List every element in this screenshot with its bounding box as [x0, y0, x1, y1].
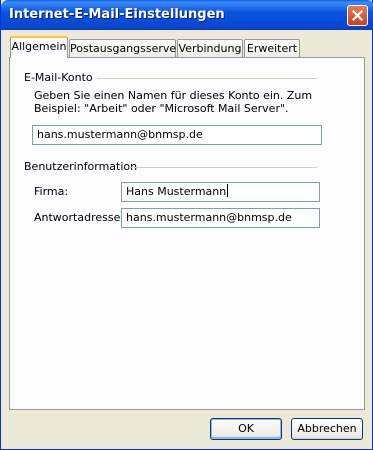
account-name-value: hans.mustermann@bnmsp.de	[37, 128, 203, 141]
close-button[interactable]	[347, 5, 368, 26]
tab-label: Erweitert	[246, 42, 298, 55]
tab-postausgangsserver[interactable]: Postausgangsserver	[69, 39, 181, 58]
text-caret	[227, 184, 229, 197]
group-divider	[97, 78, 317, 79]
window-title: Internet-E-Mail-Einstellungen	[9, 7, 225, 22]
ok-label: OK	[238, 422, 254, 435]
ok-button[interactable]: OK	[210, 418, 282, 440]
company-input[interactable]: Hans Mustermann	[121, 182, 320, 202]
reply-address-value: hans.mustermann@bnmsp.de	[126, 211, 292, 224]
dialog-window: Internet-E-Mail-Einstellungen Allgemein …	[0, 0, 373, 450]
account-description: Geben Sie einen Namen für dieses Konto e…	[34, 89, 313, 115]
tab-allgemein[interactable]: Allgemein	[10, 36, 68, 58]
tab-label: Allgemein	[11, 40, 67, 53]
reply-address-input[interactable]: hans.mustermann@bnmsp.de	[121, 208, 320, 228]
email-account-heading: E-Mail-Konto	[24, 71, 93, 84]
account-name-input[interactable]: hans.mustermann@bnmsp.de	[32, 125, 322, 145]
tab-label: Postausgangsserver	[70, 42, 181, 55]
cancel-button[interactable]: Abbrechen	[291, 418, 363, 440]
title-bar[interactable]: Internet-E-Mail-Einstellungen	[1, 0, 373, 30]
close-icon	[352, 10, 363, 21]
tab-label: Verbindung	[178, 42, 242, 55]
company-label: Firma:	[34, 185, 69, 198]
tab-verbindung[interactable]: Verbindung	[177, 39, 243, 58]
reply-address-label: Antwortadresse:	[34, 211, 125, 224]
cancel-label: Abbrechen	[297, 422, 357, 435]
company-value: Hans Mustermann	[126, 185, 227, 198]
user-info-heading: Benutzerinformation	[24, 160, 138, 173]
group-divider	[129, 167, 317, 168]
tab-erweitert[interactable]: Erweitert	[244, 39, 300, 58]
